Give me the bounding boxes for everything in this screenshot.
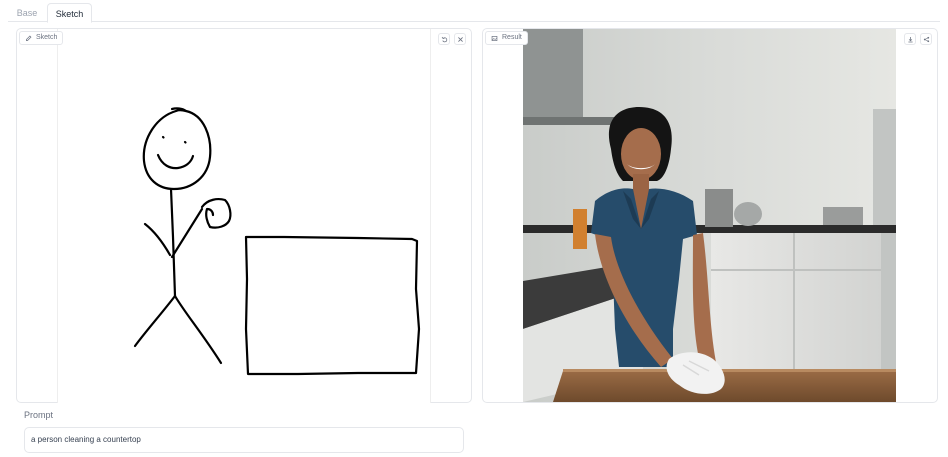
prompt-label: Prompt (24, 410, 54, 420)
prompt-input[interactable]: a person cleaning a countertop (24, 427, 464, 453)
result-panel: Result (482, 28, 938, 403)
result-image (523, 29, 896, 402)
undo-button[interactable] (438, 33, 450, 45)
image-icon (491, 35, 498, 41)
result-label-text: Result (502, 34, 522, 41)
tab-bar: Base Sketch (8, 0, 940, 23)
close-icon (457, 36, 463, 42)
tab-sketch[interactable]: Sketch (47, 3, 92, 23)
sketch-canvas[interactable] (57, 29, 431, 403)
generated-kitchen-photo (523, 29, 896, 402)
download-icon (907, 36, 913, 42)
sketch-label-text: Sketch (36, 34, 58, 41)
share-button[interactable] (920, 33, 932, 45)
sketch-panel: Sketch (16, 28, 472, 403)
clear-button[interactable] (454, 33, 466, 45)
undo-icon (441, 36, 447, 42)
tab-base[interactable]: Base (8, 3, 46, 23)
stick-figure-drawing (133, 107, 421, 376)
pencil-icon (26, 35, 32, 41)
share-icon (923, 36, 929, 42)
download-button[interactable] (904, 33, 916, 45)
result-label: Result (485, 31, 528, 45)
sketch-label: Sketch (19, 31, 64, 45)
